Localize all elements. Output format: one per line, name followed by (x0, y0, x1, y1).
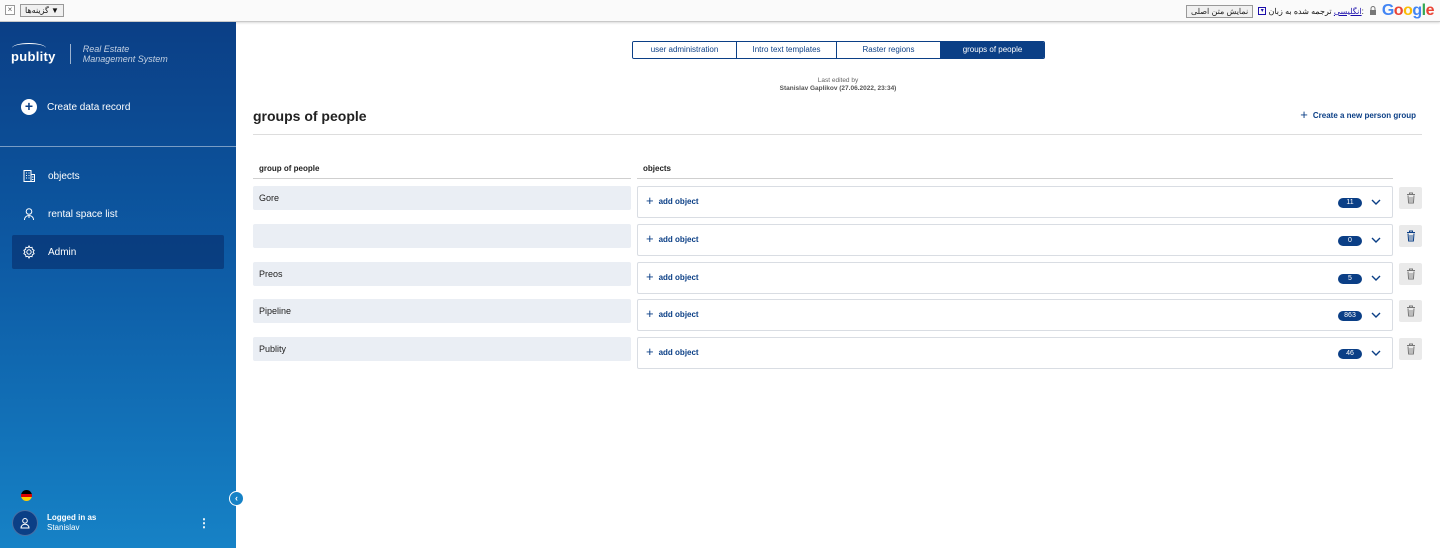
delete-group-button[interactable] (1399, 187, 1422, 209)
logged-in-label: Logged in as (47, 513, 97, 522)
plus-icon: + (646, 193, 654, 208)
group-name-field[interactable]: Gore (253, 186, 631, 210)
header-divider (637, 178, 1393, 179)
google-logo: Google (1381, 2, 1435, 19)
delete-group-button[interactable] (1399, 225, 1422, 247)
tab-groups-of-people[interactable]: groups of people (941, 42, 1044, 58)
trash-icon (1406, 305, 1415, 317)
german-flag-icon[interactable] (21, 490, 32, 501)
column-header-group: group of people (259, 164, 320, 173)
objects-field: + add object 0 (637, 224, 1393, 256)
sidebar-item-label: rental space list (48, 208, 118, 220)
plus-circle-icon: + (21, 99, 37, 115)
close-translate-icon[interactable]: × (5, 5, 15, 15)
user-box: Logged in as Stanislav ⋮ (12, 509, 224, 537)
plus-icon: + (646, 344, 654, 359)
user-info: Logged in as Stanislav (47, 513, 96, 533)
last-edited-label: Last edited by (817, 77, 859, 84)
objects-field: + add object 11 (637, 186, 1393, 218)
person-key-icon (22, 207, 36, 221)
publity-logo: publity (11, 43, 56, 64)
show-original-button[interactable]: نمایش متن اصلی (1185, 4, 1254, 18)
plus-icon: + (1300, 107, 1308, 122)
last-edited-by: Stanislav Gaplikov (27.06.2022, 23:34) (779, 85, 897, 92)
group-name-field[interactable]: Publity (253, 337, 631, 361)
sidebar-item-rental-space-list[interactable]: rental space list (12, 197, 224, 231)
plus-icon: + (646, 231, 654, 246)
create-data-record-label: Create data record (47, 101, 131, 113)
plus-icon: + (646, 306, 654, 321)
trash-icon (1406, 230, 1415, 242)
object-count-badge: 11 (1338, 198, 1362, 208)
chevron-down-icon[interactable] (1370, 347, 1382, 359)
column-header-objects: objects (643, 164, 672, 173)
delete-group-button[interactable] (1399, 300, 1422, 322)
lock-icon (1369, 5, 1377, 17)
create-data-record-button[interactable]: + Create data record (21, 99, 130, 115)
chevron-down-icon[interactable] (1370, 196, 1382, 208)
group-name-field[interactable]: Preos (253, 262, 631, 286)
add-object-button[interactable]: + add object (646, 193, 699, 208)
page-title: groups of people (253, 108, 367, 124)
building-icon (22, 169, 36, 183)
tab-intro-text-templates[interactable]: Intro text templates (737, 42, 837, 58)
collapse-sidebar-icon[interactable]: ‹ (229, 491, 244, 506)
sidebar: publity Real Estate Management System + … (0, 22, 236, 548)
group-name-field[interactable]: Pipeline (253, 299, 631, 323)
user-avatar-icon[interactable] (12, 510, 38, 536)
brand-divider (69, 44, 71, 64)
user-menu-icon[interactable]: ⋮ (198, 517, 210, 529)
translate-options-button[interactable]: گزینه‌ها ▼ (20, 4, 64, 17)
trash-icon (1406, 192, 1415, 204)
sidebar-item-label: Admin (48, 246, 77, 258)
chevron-down-icon[interactable] (1370, 272, 1382, 284)
delete-group-button[interactable] (1399, 338, 1422, 360)
last-edited-info: Last edited by Stanislav Gaplikov (27.06… (738, 77, 938, 93)
language-link[interactable]: انگلیسی (1334, 7, 1362, 16)
add-object-button[interactable]: + add object (646, 231, 699, 246)
create-person-group-label: Create a new person group (1312, 110, 1416, 120)
translate-bar-right: نمایش متن اصلی ▾ انگلیسی ترجمه شده به زب… (1185, 2, 1435, 20)
add-object-button[interactable]: + add object (646, 306, 699, 321)
object-count-badge: 0 (1338, 236, 1362, 246)
delete-group-button[interactable] (1399, 263, 1422, 285)
add-object-label: add object (658, 196, 699, 206)
add-object-label: add object (658, 272, 699, 282)
plus-icon: + (646, 269, 654, 284)
add-object-label: add object (658, 309, 699, 319)
add-object-label: add object (658, 234, 699, 244)
objects-field: + add object 863 (637, 299, 1393, 331)
user-name: Stanislav (47, 523, 80, 532)
group-name-field[interactable] (253, 224, 631, 248)
admin-tabs: user administration Intro text templates… (632, 41, 1045, 59)
trash-icon (1406, 268, 1415, 280)
sidebar-divider (0, 146, 236, 147)
brand[interactable]: publity Real Estate Management System (11, 43, 168, 64)
object-count-badge: 46 (1338, 349, 1362, 359)
tab-user-administration[interactable]: user administration (633, 42, 737, 58)
objects-field: + add object 5 (637, 262, 1393, 294)
object-count-badge: 863 (1338, 311, 1362, 321)
header-divider (253, 178, 631, 179)
brand-tagline: Real Estate Management System (82, 44, 168, 64)
translated-language: ▾ انگلیسی ترجمه شده به زبان: (1258, 7, 1364, 16)
gear-icon (22, 245, 36, 259)
chevron-down-icon[interactable] (1370, 309, 1382, 321)
sidebar-item-objects[interactable]: objects (12, 159, 224, 193)
object-count-badge: 5 (1338, 274, 1362, 284)
title-divider (253, 134, 1422, 135)
objects-field: + add object 46 (637, 337, 1393, 369)
translate-bar: × گزینه‌ها ▼ نمایش متن اصلی ▾ انگلیسی تر… (0, 0, 1440, 22)
add-object-label: add object (658, 347, 699, 357)
language-dropdown-icon[interactable]: ▾ (1258, 7, 1267, 16)
sidebar-item-label: objects (48, 170, 80, 182)
add-object-button[interactable]: + add object (646, 344, 699, 359)
create-person-group-button[interactable]: + Create a new person group (1300, 107, 1416, 122)
trash-icon (1406, 343, 1415, 355)
add-object-button[interactable]: + add object (646, 269, 699, 284)
tab-raster-regions[interactable]: Raster regions (837, 42, 941, 58)
sidebar-item-admin[interactable]: Admin (12, 235, 224, 269)
chevron-down-icon[interactable] (1370, 234, 1382, 246)
